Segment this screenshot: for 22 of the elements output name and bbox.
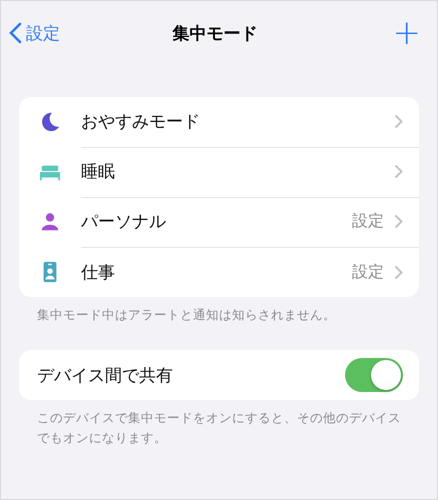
focus-mode-label: 睡眠	[81, 161, 116, 183]
screen-title: 集中モード	[172, 22, 258, 44]
back-button[interactable]: 設定	[9, 22, 60, 44]
chevron-left-icon	[9, 22, 22, 44]
setup-label: 設定	[352, 211, 384, 232]
setup-label: 設定	[352, 262, 384, 282]
footer-note: このデバイスで集中モードをオンにすると、その他のデバイスでもオンになります。	[36, 409, 402, 447]
toggle-switch[interactable]	[345, 358, 403, 392]
chevron-right-icon	[394, 114, 403, 129]
chevron-right-icon	[394, 264, 403, 280]
focus-mode-label: 仕事	[81, 262, 116, 284]
footer-note: 集中モード中はアラートと通知は知らされません。	[36, 306, 337, 324]
focus-mode-row[interactable]: 仕事 設定	[19, 247, 419, 297]
chevron-right-icon	[394, 164, 403, 179]
focus-mode-row[interactable]: パーソナル 設定	[19, 197, 419, 247]
share-label: デバイス間で共有	[37, 364, 174, 387]
focus-mode-label: おやすみモード	[81, 111, 201, 133]
add-button[interactable]: +	[392, 16, 421, 50]
focus-mode-row[interactable]: 睡眠	[19, 147, 419, 197]
focus-mode-row[interactable]: おやすみモード	[19, 97, 419, 147]
chevron-right-icon	[394, 214, 403, 229]
focus-mode-label: パーソナル	[81, 211, 167, 233]
